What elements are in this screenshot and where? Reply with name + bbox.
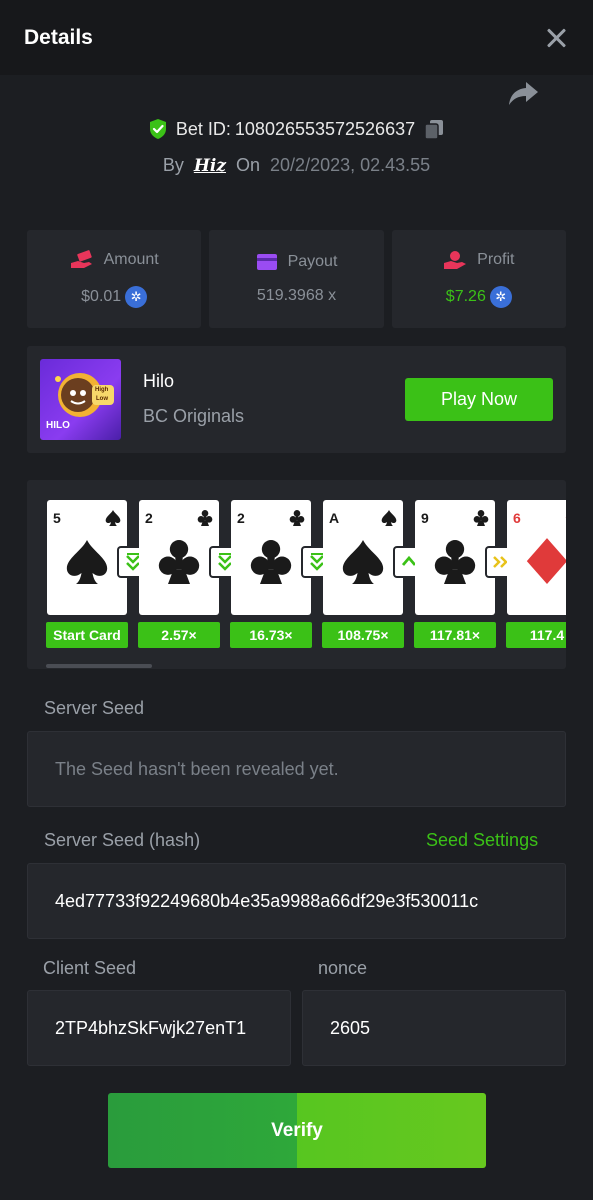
multiplier-badge: 117.81× <box>414 622 496 648</box>
seed-settings-link[interactable]: Seed Settings <box>426 830 538 851</box>
game-name: Hilo <box>143 371 175 391</box>
spade-icon <box>105 510 121 526</box>
close-icon[interactable] <box>543 25 569 51</box>
thumb-badge-top: High <box>95 387 109 393</box>
bet-id-value: 108026553572526637 <box>234 118 416 139</box>
horizontal-scrollbar[interactable] <box>46 664 152 668</box>
profit-hand-icon <box>444 251 467 269</box>
on-label: On <box>236 155 261 175</box>
bet-meta-row: By Hiz On 20/2/2023, 02.43.55 <box>0 155 593 176</box>
stat-amount-label: Amount <box>103 251 159 268</box>
server-seed-field[interactable]: The Seed hasn't been revealed yet. <box>27 731 566 807</box>
club-icon <box>158 540 200 584</box>
club-icon <box>250 540 292 584</box>
verify-button[interactable]: Verify <box>108 1093 486 1168</box>
club-icon <box>434 540 476 584</box>
stat-profit-label: Profit <box>477 251 515 268</box>
card-rank: 6 <box>513 510 521 526</box>
game-thumbnail[interactable]: HILO High Low <box>40 359 121 440</box>
playing-card: 9 <box>415 500 495 615</box>
playing-card: 5 <box>47 500 127 615</box>
nonce-field[interactable]: 2605 <box>302 990 566 1066</box>
multiplier-badge: Start Card <box>46 622 128 648</box>
share-icon[interactable] <box>506 78 540 108</box>
card-rank: 9 <box>421 510 429 526</box>
client-seed-label: Client Seed <box>43 958 137 978</box>
card-rank: 5 <box>53 510 61 526</box>
user-name-link[interactable]: Hiz <box>194 156 226 176</box>
card-rank: 2 <box>145 510 153 526</box>
bet-id-row: Bet ID: 108026553572526637 <box>0 118 593 140</box>
game-card: HILO High Low Hilo BC Originals Play Now <box>27 346 566 453</box>
page-title: Details <box>24 25 93 49</box>
coin-icon: ✲ <box>125 286 148 308</box>
stat-amount-value: $0.01 <box>81 288 122 305</box>
club-icon <box>473 510 489 526</box>
server-seed-label: Server Seed <box>44 698 145 718</box>
server-hash-field[interactable]: 4ed77733f92249680b4e35a9988a66df29e3f530… <box>27 863 566 939</box>
card-rank: 2 <box>237 510 245 526</box>
client-seed-field[interactable]: 2TP4bhzSkFwjk27enT1 <box>27 990 291 1066</box>
coin-icon: ✲ <box>489 286 512 308</box>
copy-icon[interactable] <box>423 118 445 140</box>
club-icon <box>289 510 305 526</box>
playing-card: 2 <box>139 500 219 615</box>
diamond-icon <box>526 538 566 584</box>
stat-profit: Profit $7.26 ✲ <box>391 230 566 328</box>
playing-card: 2 <box>231 500 311 615</box>
stat-payout-value: 519.3968 x <box>256 287 337 304</box>
bet-date: 20/2/2023, 02.43.55 <box>270 155 431 175</box>
bet-id-label: Bet ID: <box>175 118 231 139</box>
playing-card: 6 <box>507 500 566 615</box>
playing-card: A <box>323 500 403 615</box>
verified-shield-icon <box>149 119 166 139</box>
thumb-badge-bottom: Low <box>96 396 108 402</box>
game-provider: BC Originals <box>143 406 245 426</box>
multiplier-badge: 16.73× <box>230 622 312 648</box>
server-hash-label: Server Seed (hash) <box>44 830 201 850</box>
nonce-label: nonce <box>318 958 368 978</box>
multiplier-badge: 117.4 <box>506 622 566 648</box>
money-hand-icon <box>70 250 92 268</box>
spade-icon <box>66 540 108 584</box>
stat-amount: Amount $0.01 ✲ <box>27 230 202 328</box>
thumb-label: HILO <box>46 420 70 431</box>
spade-icon <box>342 540 384 584</box>
multiplier-badge: 108.75× <box>322 622 404 648</box>
club-icon <box>197 510 213 526</box>
card-rank: A <box>329 510 340 526</box>
spade-icon <box>381 510 397 526</box>
stat-payout-label: Payout <box>287 253 338 270</box>
stat-payout: Payout 519.3968 x <box>209 230 384 328</box>
cards-history: 5 Start Card 2 2.57× 2 16.73× A 108.75× 9 117.81×… <box>27 480 566 669</box>
multiplier-badge: 2.57× <box>138 622 220 648</box>
stats-row: Amount $0.01 ✲ Payout 519.3968 x Profit <box>27 230 566 328</box>
card-icon <box>256 254 277 270</box>
stat-profit-value: $7.26 <box>445 288 486 305</box>
play-now-button[interactable]: Play Now <box>405 378 553 421</box>
by-label: By <box>162 155 184 175</box>
diamond-icon <box>565 517 566 519</box>
header: Details <box>0 0 593 75</box>
